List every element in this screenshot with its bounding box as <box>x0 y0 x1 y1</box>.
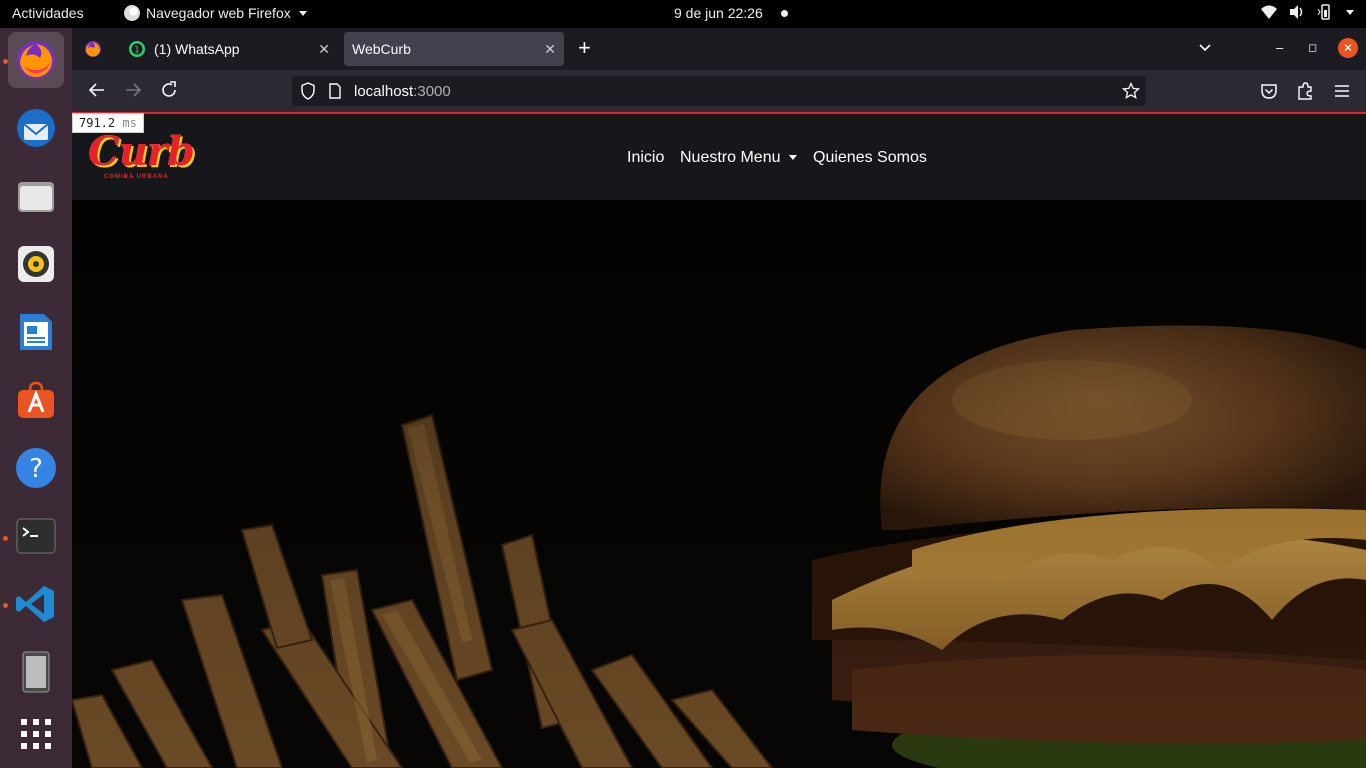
dock-thunderbird[interactable] <box>8 100 64 156</box>
dock-software[interactable] <box>8 372 64 428</box>
minimize-button[interactable]: – <box>1276 40 1283 55</box>
hero-image <box>72 200 1366 768</box>
dock-removable-device[interactable] <box>8 644 64 700</box>
caret-down-icon <box>788 155 797 161</box>
dock-terminal[interactable] <box>8 508 64 564</box>
perf-timing-badge: 791.2 ms <box>72 113 144 133</box>
forward-arrow-icon[interactable] <box>124 80 142 100</box>
firefox-view-button[interactable] <box>84 40 102 63</box>
close-icon[interactable]: ✕ <box>544 41 556 58</box>
hamburger-menu-icon[interactable] <box>1334 83 1350 99</box>
dock-running-indicator <box>3 59 8 64</box>
app-menu-label: Navegador web Firefox <box>146 5 291 21</box>
svg-text:1: 1 <box>134 46 140 56</box>
whatsapp-icon: 1 <box>129 41 145 57</box>
software-store-icon <box>18 381 54 418</box>
dock-help[interactable]: ? <box>8 440 64 496</box>
terminal-icon <box>16 518 56 554</box>
nav-link-quienes-somos[interactable]: Quienes Somos <box>813 149 927 167</box>
tab-strip: 1 (1) WhatsApp ✕ WebCurb ✕ + – ◻ ✕ <box>72 28 1366 70</box>
dock-firefox[interactable] <box>8 32 64 88</box>
svg-text:?: ? <box>29 454 43 484</box>
url-bar[interactable]: localhost:3000 <box>292 76 1146 106</box>
system-tray[interactable] <box>1260 4 1354 20</box>
web-page: Curb COMIDA URBANA Inicio Nuestro Menu Q… <box>72 114 1366 768</box>
dock-running-indicator <box>3 536 8 541</box>
firefox-icon <box>17 41 55 79</box>
dock-running-indicator <box>3 603 8 608</box>
battery-icon <box>1317 4 1330 20</box>
tab-label: (1) WhatsApp <box>154 41 240 57</box>
notification-dot-icon <box>781 10 788 17</box>
site-navbar: Curb COMIDA URBANA Inicio Nuestro Menu Q… <box>72 114 1366 200</box>
chevron-down-icon[interactable] <box>1198 41 1212 55</box>
app-menu[interactable]: Navegador web Firefox <box>124 5 307 21</box>
activities-button[interactable]: Actividades <box>12 5 84 21</box>
pocket-icon[interactable] <box>1260 82 1278 100</box>
chevron-down-icon <box>1346 9 1354 15</box>
nav-link-inicio[interactable]: Inicio <box>627 149 664 167</box>
speaker-icon <box>18 246 54 282</box>
extensions-puzzle-icon[interactable] <box>1296 81 1314 101</box>
close-icon[interactable]: ✕ <box>318 41 330 58</box>
back-arrow-icon[interactable] <box>88 80 106 100</box>
maximize-button[interactable]: ◻ <box>1308 41 1317 54</box>
window-close-button[interactable]: ✕ <box>1338 38 1358 58</box>
shield-icon[interactable] <box>300 82 316 100</box>
vscode-icon <box>16 586 54 622</box>
app-grid-icon <box>21 719 51 749</box>
firefox-mini-icon <box>124 5 140 21</box>
navigation-toolbar: localhost:3000 <box>72 70 1366 112</box>
dock-vscode[interactable] <box>8 576 64 632</box>
folder-icon <box>18 182 54 212</box>
tab-label: WebCurb <box>352 41 411 57</box>
dock-writer[interactable] <box>8 304 64 360</box>
device-icon <box>22 651 50 693</box>
tab-whatsapp[interactable]: 1 (1) WhatsApp ✕ <box>118 32 338 66</box>
show-applications-button[interactable] <box>8 706 64 762</box>
nav-dropdown-menu[interactable]: Nuestro Menu <box>680 149 797 167</box>
clock[interactable]: 9 de jun 22:26 <box>674 5 763 21</box>
document-icon <box>20 314 52 350</box>
chevron-down-icon <box>298 10 307 16</box>
new-tab-button[interactable]: + <box>578 37 591 59</box>
tab-webcurb[interactable]: WebCurb ✕ <box>344 32 564 66</box>
dock-rhythmbox[interactable] <box>8 236 64 292</box>
wifi-icon <box>1261 5 1277 19</box>
system-top-bar: Actividades Navegador web Firefox 9 de j… <box>0 0 1366 28</box>
dock: ? <box>0 28 72 768</box>
volume-icon <box>1290 5 1303 19</box>
thunderbird-icon <box>17 109 55 147</box>
logo-wordmark: Curb <box>88 128 195 175</box>
hero-food-photo <box>72 200 1366 768</box>
bookmark-star-icon[interactable] <box>1122 82 1140 100</box>
site-logo[interactable]: Curb COMIDA URBANA <box>88 128 195 188</box>
page-icon[interactable] <box>328 83 342 99</box>
help-icon: ? <box>16 448 56 488</box>
reload-icon[interactable] <box>160 80 178 100</box>
url-text: localhost:3000 <box>354 83 451 100</box>
firefox-icon <box>85 41 101 57</box>
dock-files[interactable] <box>8 168 64 224</box>
